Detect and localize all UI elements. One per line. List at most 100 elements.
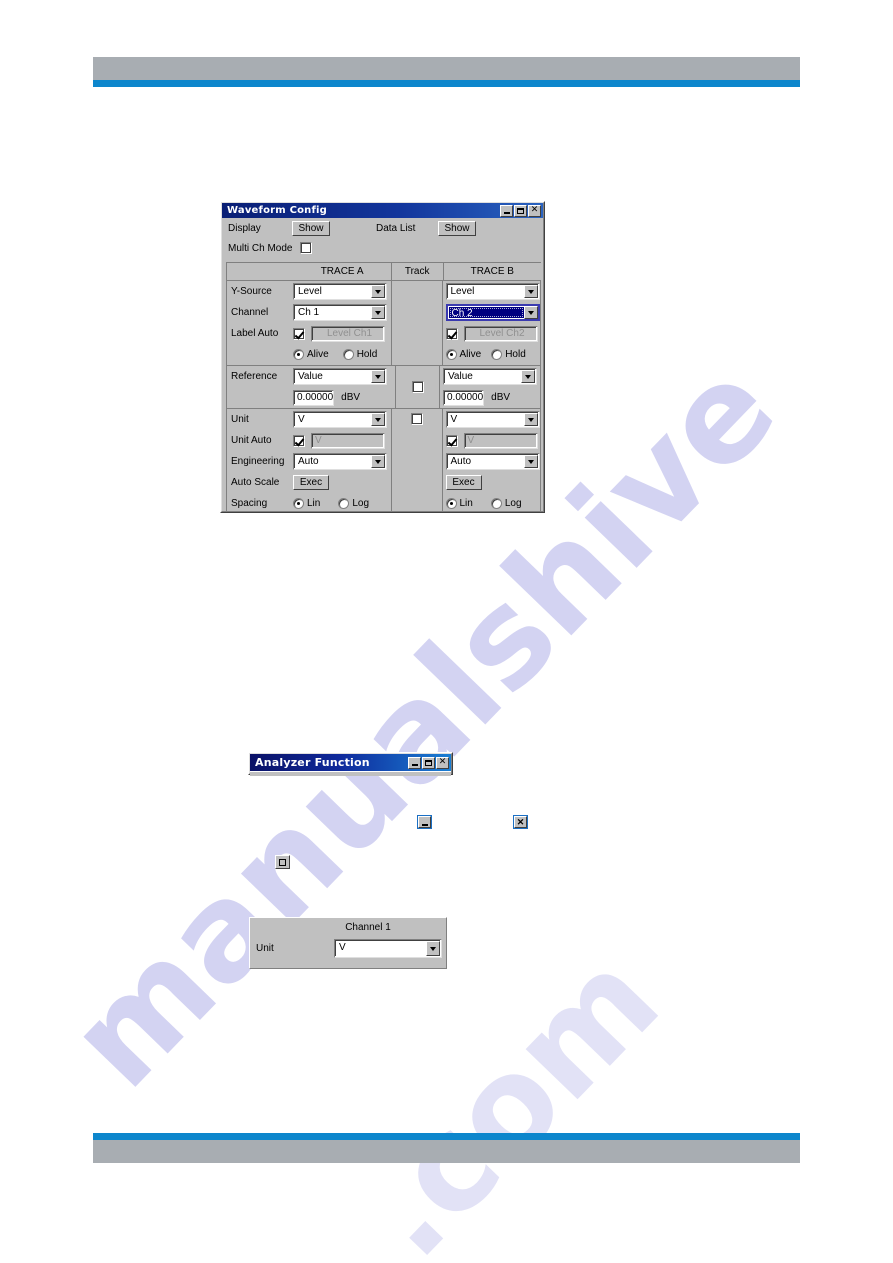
spacing-log-radio-a[interactable]: Log (338, 498, 369, 509)
alive-radio-b[interactable]: Alive (445, 349, 481, 360)
label-auto-label: Label Auto (231, 328, 279, 339)
chevron-down-icon[interactable] (371, 285, 385, 298)
channel-combo-b[interactable]: Ch 2 (445, 304, 540, 321)
unit-combo-a[interactable]: V (293, 411, 387, 428)
trace-a-source-group: Y-Source Level Channel Ch 1 Label Auto L… (227, 281, 392, 365)
unit-auto-row-b: V (443, 430, 540, 451)
trace-section-unit: Unit V Unit Auto V Engineering Auto Auto… (227, 409, 541, 511)
track-cell-unit (392, 409, 443, 511)
minimize-icon[interactable] (500, 204, 513, 217)
chevron-down-icon[interactable] (523, 413, 538, 426)
reference-row-a: Reference Value (227, 366, 395, 387)
label-auto-checkbox-a[interactable] (293, 327, 305, 340)
channel-row-b: Ch 2 (443, 302, 540, 323)
reference-value-b: Value (448, 371, 473, 382)
channel-unit-label: Unit (256, 943, 274, 954)
waveform-config-titlebar[interactable]: Waveform Config ✕ (222, 203, 543, 218)
minimize-icon[interactable] (408, 756, 421, 769)
radio-dot-icon (338, 498, 350, 509)
close-icon[interactable]: ✕ (528, 204, 541, 217)
multi-ch-mode-label: Multi Ch Mode (228, 242, 293, 254)
chevron-down-icon[interactable] (371, 370, 385, 383)
display-label: Display (228, 222, 261, 234)
alive-radio-a[interactable]: Alive (293, 349, 329, 360)
label-auto-text-b: Level Ch2 (463, 325, 538, 342)
track-cell-source (392, 281, 443, 365)
minimize-icon-callout-frame (417, 815, 432, 829)
trace-table-header: TRACE A Track TRACE B (227, 263, 541, 281)
track-header: Track (390, 263, 444, 280)
radio-dot-icon (445, 349, 457, 360)
chevron-down-icon[interactable] (371, 413, 385, 426)
y-source-combo-a[interactable]: Level (293, 283, 387, 300)
track-checkbox-unit[interactable] (410, 413, 423, 425)
unit-combo-b[interactable]: V (445, 411, 540, 428)
channel-combo-a[interactable]: Ch 1 (293, 304, 387, 321)
hold-radio-b[interactable]: Hold (491, 349, 526, 360)
hold-radio-a[interactable]: Hold (342, 349, 378, 360)
reference-combo-b[interactable]: Value (443, 368, 537, 385)
label-auto-checkbox-b[interactable] (445, 327, 458, 340)
spacing-row-a: Spacing Lin Log (227, 493, 391, 511)
header-blue-rule (93, 80, 800, 87)
display-show-button[interactable]: Show (292, 220, 330, 236)
unit-row-a: Unit V (227, 409, 391, 430)
analyzer-function-titlebar[interactable]: Analyzer Function ✕ (250, 754, 451, 771)
track-checkbox-reference[interactable] (411, 381, 424, 393)
unit-row-b: V (443, 409, 540, 430)
y-source-row-b: Level (443, 281, 540, 302)
unit-auto-checkbox-b[interactable] (445, 434, 458, 447)
waveform-config-frame: Waveform Config ✕ Display Show Data List… (221, 202, 544, 512)
reference-combo-a[interactable]: Value (293, 368, 387, 385)
auto-scale-row-b: Exec (443, 472, 540, 493)
chevron-down-icon[interactable] (371, 306, 385, 319)
chevron-down-icon[interactable] (523, 285, 538, 298)
auto-scale-exec-button-b[interactable]: Exec (445, 475, 482, 490)
radio-dot-icon (490, 498, 502, 509)
spacing-log-radio-b[interactable]: Log (490, 498, 522, 509)
close-icon[interactable]: ✕ (514, 816, 527, 828)
close-icon[interactable]: ✕ (436, 756, 449, 769)
radio-dot-icon (342, 349, 354, 360)
close-icon-callout-frame: ✕ (513, 815, 528, 829)
footer-blue-rule (93, 1133, 800, 1140)
analyzer-function-window[interactable]: Analyzer Function ✕ (248, 752, 453, 776)
alive-hold-row-a: Alive Hold (227, 344, 391, 365)
chevron-down-icon[interactable] (521, 370, 535, 383)
multi-ch-mode-checkbox[interactable] (300, 242, 312, 254)
y-source-value-b: Level (450, 286, 475, 297)
channel-unit-combo[interactable]: V (334, 939, 442, 958)
trace-b-source-group: Level Ch 2 Level Ch2 Alive Hold (443, 281, 540, 365)
page-header-band (93, 57, 800, 87)
spacing-lin-radio-a[interactable]: Lin (293, 498, 320, 509)
hold-label-a: Hold (356, 349, 378, 360)
spacing-lin-radio-b[interactable]: Lin (445, 498, 473, 509)
chevron-down-icon[interactable] (523, 455, 538, 468)
waveform-config-dialog[interactable]: Waveform Config ✕ Display Show Data List… (220, 201, 545, 513)
restore-icon[interactable] (275, 855, 290, 869)
reference-number-b[interactable]: 0.00000 (443, 389, 485, 406)
chevron-down-icon[interactable] (426, 941, 440, 956)
radio-dot-icon (445, 498, 457, 509)
channel-panel-title: Channel 1 (345, 922, 391, 933)
auto-scale-exec-button-a[interactable]: Exec (293, 475, 329, 490)
engineering-row-a: Engineering Auto (227, 451, 391, 472)
unit-value-b: V (450, 414, 458, 425)
waveform-config-title: Waveform Config (227, 205, 328, 216)
unit-auto-label: Unit Auto (231, 435, 272, 446)
unit-auto-checkbox-a[interactable] (293, 434, 305, 447)
display-row: Display Show Data List Show (222, 218, 543, 238)
chevron-down-icon[interactable] (371, 455, 385, 468)
reference-number-a[interactable]: 0.00000 (293, 389, 335, 406)
unit-group-a: Unit V Unit Auto V Engineering Auto Auto… (227, 409, 392, 511)
y-source-combo-b[interactable]: Level (445, 283, 540, 300)
engineering-combo-b[interactable]: Auto (445, 453, 540, 470)
unit-value-a: V (298, 414, 305, 425)
data-list-show-button[interactable]: Show (438, 220, 476, 236)
engineering-combo-a[interactable]: Auto (293, 453, 387, 470)
minimize-icon[interactable] (418, 816, 431, 828)
spacing-row-b: Lin Log (443, 493, 540, 511)
chevron-down-icon[interactable] (523, 306, 538, 319)
maximize-icon[interactable] (514, 204, 527, 217)
maximize-icon[interactable] (422, 756, 435, 769)
